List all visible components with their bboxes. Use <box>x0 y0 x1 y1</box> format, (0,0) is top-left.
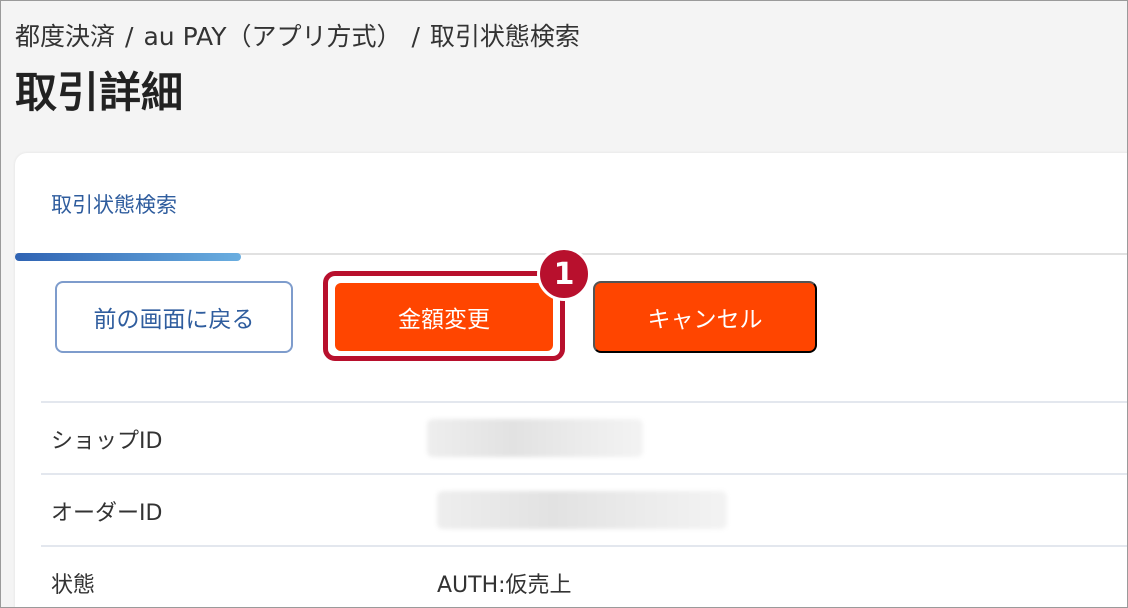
detail-label: ショップID <box>51 429 163 454</box>
active-tab-indicator <box>15 253 241 261</box>
detail-row-shop-id: ショップID <box>41 401 1127 473</box>
redacted-shop-id-value <box>427 419 643 457</box>
back-button[interactable]: 前の画面に戻る <box>55 281 293 353</box>
step-number-badge: 1 <box>537 247 591 301</box>
detail-value-status: AUTH:仮売上 <box>437 573 572 598</box>
tab-transaction-search[interactable]: 取引状態検索 <box>51 189 177 219</box>
detail-label: オーダーID <box>51 501 163 526</box>
breadcrumb: 都度決済 / au PAY（アプリ方式） / 取引状態検索 <box>15 17 580 53</box>
breadcrumb-separator: / <box>125 22 134 51</box>
page-title: 取引詳細 <box>15 68 184 117</box>
breadcrumb-item-search[interactable]: 取引状態検索 <box>430 22 580 51</box>
transaction-details-table: ショップID オーダーID 状態 AUTH:仮売上 <box>41 401 1127 607</box>
app-frame: 都度決済 / au PAY（アプリ方式） / 取引状態検索 取引詳細 取引状態検索 前の… <box>0 0 1128 608</box>
detail-row-status: 状態 AUTH:仮売上 <box>41 545 1127 607</box>
detail-row-order-id: オーダーID <box>41 473 1127 545</box>
breadcrumb-separator: / <box>411 22 420 51</box>
cancel-button[interactable]: キャンセル <box>593 281 817 353</box>
content-card: 取引状態検索 前の画面に戻る 金額変更 1 キャンセル ショップID オーダーI… <box>15 153 1127 607</box>
change-amount-button[interactable]: 金額変更 <box>333 281 555 353</box>
redacted-order-id-value <box>437 491 727 529</box>
detail-label: 状態 <box>51 573 96 598</box>
breadcrumb-item-payment-type[interactable]: 都度決済 <box>15 22 115 51</box>
breadcrumb-item-payment-method[interactable]: au PAY（アプリ方式） <box>143 22 401 51</box>
